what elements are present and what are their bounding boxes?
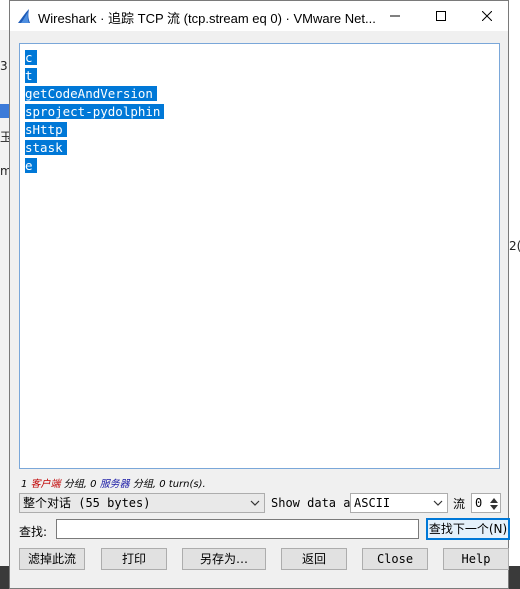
show-data-label: Show data as xyxy=(271,496,358,510)
stream-number-spinbox[interactable]: 0 xyxy=(471,493,501,513)
find-row: 查找: 查找下一个(N) xyxy=(19,518,510,542)
close-window-button[interactable] xyxy=(464,1,510,31)
background-text-fragment: 3 xyxy=(0,59,8,73)
stream-line: sHttp xyxy=(25,121,499,139)
back-button[interactable]: 返回 xyxy=(281,548,347,570)
stream-label: 流 xyxy=(453,497,466,511)
stream-content-area[interactable]: c t getCodeAndVersion sproject-pydolphin… xyxy=(19,43,500,469)
maximize-icon xyxy=(436,11,446,21)
spin-down-icon[interactable] xyxy=(490,505,498,511)
find-label: 查找: xyxy=(19,525,48,539)
filter-out-button[interactable]: 滤掉此流 xyxy=(19,548,85,570)
stream-status-text: 1 客户端 分组, 0 服务器 分组, 0 turn(s). xyxy=(21,479,206,490)
maximize-button[interactable] xyxy=(418,1,464,31)
stream-options-row: 整个对话 (55 bytes) Show data as ASCII 流 0 xyxy=(19,492,501,514)
close-icon xyxy=(482,11,492,21)
stream-line: stask xyxy=(25,139,499,157)
stream-line: sproject-pydolphin xyxy=(25,103,499,121)
data-format-select[interactable]: ASCII xyxy=(350,493,448,513)
title-bar: Wireshark · 追踪 TCP 流 (tcp.stream eq 0) ·… xyxy=(10,1,508,31)
follow-tcp-stream-dialog: Wireshark · 追踪 TCP 流 (tcp.stream eq 0) ·… xyxy=(9,0,510,589)
client-label: 客户端 xyxy=(30,479,61,490)
close-button[interactable]: Close xyxy=(362,548,428,570)
find-input[interactable] xyxy=(56,519,419,539)
minimize-icon xyxy=(390,15,400,17)
stream-line: e xyxy=(25,157,499,175)
window-title: Wireshark · 追踪 TCP 流 (tcp.stream eq 0) ·… xyxy=(38,11,376,26)
spin-up-icon[interactable] xyxy=(490,497,498,503)
help-button[interactable]: Help xyxy=(443,548,509,570)
save-as-button[interactable]: 另存为… xyxy=(182,548,266,570)
stream-line: c xyxy=(25,49,499,67)
server-label: 服务器 xyxy=(99,479,130,490)
stream-line: t xyxy=(25,67,499,85)
background-tab-marker xyxy=(0,104,9,118)
dialog-button-row: 滤掉此流 打印 另存为… 返回 Close Help xyxy=(19,548,509,572)
stream-line: getCodeAndVersion xyxy=(25,85,499,103)
chevron-down-icon xyxy=(250,500,260,506)
wireshark-fin-icon xyxy=(18,9,30,23)
conversation-select[interactable]: 整个对话 (55 bytes) xyxy=(19,493,265,513)
minimize-button[interactable] xyxy=(372,1,418,31)
background-text-fragment: 2( xyxy=(509,239,520,253)
chevron-down-icon xyxy=(433,500,443,506)
find-next-button[interactable]: 查找下一个(N) xyxy=(426,518,510,540)
print-button[interactable]: 打印 xyxy=(101,548,167,570)
